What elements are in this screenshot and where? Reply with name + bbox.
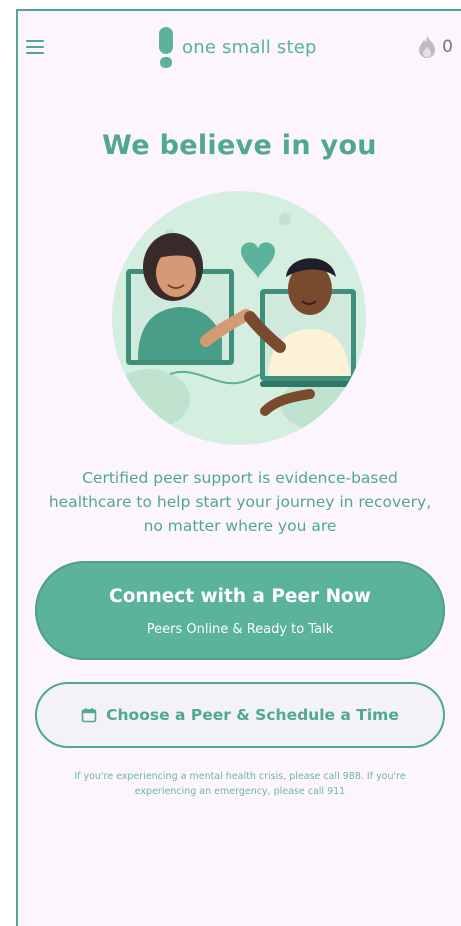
brand-logo: one small step	[156, 25, 317, 69]
streak-counter[interactable]: 0	[418, 35, 453, 59]
crisis-notice: If you're experiencing a mental health c…	[74, 771, 406, 797]
flame-icon	[419, 36, 436, 58]
peer-support-illustration	[112, 191, 366, 445]
connect-peer-button-title: Connect with a Peer Now	[109, 586, 371, 607]
schedule-peer-button-label: Choose a Peer & Schedule a Time	[106, 706, 399, 724]
connect-peer-button[interactable]: Connect with a Peer Now Peers Online & R…	[35, 561, 445, 660]
schedule-peer-button[interactable]: Choose a Peer & Schedule a Time	[35, 682, 445, 748]
connect-peer-button-subtitle: Peers Online & Ready to Talk	[146, 622, 334, 637]
streak-count: 0	[442, 37, 453, 57]
description-text: Certified peer support is evidence-based…	[48, 469, 432, 535]
menu-icon[interactable]	[26, 40, 44, 54]
footprint-logo-icon	[159, 27, 173, 68]
brand-name: one small step	[182, 36, 317, 58]
app-screen: one small step 0 We believe in you Certi…	[16, 9, 461, 926]
page-title: We believe in you	[102, 130, 377, 161]
calendar-icon	[81, 708, 97, 723]
